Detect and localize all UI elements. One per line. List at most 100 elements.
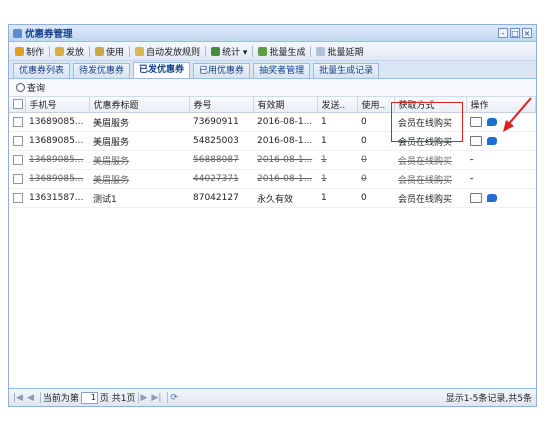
minimize-button[interactable]: - [498,28,508,38]
cell-expiry: 2016-08-1... [253,150,317,170]
col-expiry[interactable]: 有效期 [253,97,318,113]
tab-strip: 优惠券列表 待发优惠券 已发优惠券 已用优惠券 抽奖者管理 批量生成记录 [9,61,536,79]
use-icon [95,46,105,56]
view-icon[interactable] [470,116,482,127]
page-summary: 显示1-5条记录,共5条 [445,394,532,404]
extend-icon [316,46,326,56]
cell-sent: 1 [317,169,357,189]
send-button[interactable]: 发放 [52,45,87,58]
search-icon [16,83,25,92]
cell-used: 0 [357,131,394,151]
revoke-icon[interactable] [487,136,497,145]
cell-phone: 13689085... [25,112,89,132]
page-number-input[interactable]: 1 [80,391,98,404]
send-icon [55,46,65,56]
query-button[interactable]: 查询 [13,81,48,94]
row-checkbox[interactable] [13,192,23,203]
last-page-button[interactable]: ▶| [151,393,161,403]
col-title[interactable]: 优惠券标题 [89,97,190,113]
page-total-label: 页 共1页 [99,394,136,404]
cell-title: 美眉服务 [89,169,189,189]
cell-code: 73690911 [189,112,253,132]
use-button[interactable]: 使用 [92,45,127,58]
row-checkbox[interactable] [13,116,23,127]
auto-rule-button[interactable]: 自动发放规则 [132,45,203,58]
toolbar-separator [205,45,207,57]
toolbar-separator [129,45,131,57]
tab-used-coupons[interactable]: 已用优惠券 [193,63,251,78]
cell-phone: 13689085... [25,131,89,151]
cell-phone: 13689085... [25,150,89,170]
window-controls: - □ × [498,28,532,38]
tab-pending-coupons[interactable]: 待发优惠券 [73,63,131,78]
col-phone[interactable]: 手机号 [25,97,90,113]
tab-batch-records[interactable]: 批量生成记录 [313,63,380,78]
cell-sent: 1 [317,131,357,151]
cell-expiry: 2016-08-1... [253,169,317,189]
table-row-revoked[interactable]: 13689085... 美眉服务 56888087 2016-08-1... 1… [9,150,536,170]
refresh-icon[interactable]: ⟳ [170,393,178,403]
cell-code: 54825003 [189,131,253,151]
row-checkbox[interactable] [13,173,23,184]
col-actions: 操作 [466,97,536,113]
cell-used: 0 [357,150,394,170]
col-code[interactable]: 券号 [189,97,254,113]
toolbar-separator [310,45,312,57]
stats-dropdown[interactable]: 统计 ▾ [208,45,250,58]
revoke-icon[interactable] [487,193,497,202]
tab-lottery-users[interactable]: 抽奖者管理 [253,63,311,78]
table-row[interactable]: 13631587... 测试1 87042127 永久有效 1 0 会员在线购买 [9,188,536,208]
cell-used: 0 [357,188,394,208]
revoke-icon[interactable] [487,117,497,126]
cell-actions [466,112,536,132]
query-bar: 查询 [9,79,536,97]
coupon-window: 优惠券管理 - □ × 制作 发放 使用 自动发放规则 统计 ▾ 批量生成 批量… [8,24,537,407]
row-checkbox[interactable] [13,135,23,146]
batch-icon [258,46,268,56]
cell-actions: - [466,150,536,170]
cell-expiry: 永久有效 [253,188,317,208]
first-page-button[interactable]: |◀ [13,393,23,403]
select-all-checkbox[interactable] [9,97,26,113]
cell-code: 44027371 [189,169,253,189]
toolbar: 制作 发放 使用 自动发放规则 统计 ▾ 批量生成 批量延期 [9,42,536,61]
cell-method: 会员在线购买 [394,188,466,208]
cell-actions [466,188,536,208]
cell-title: 测试1 [89,188,189,208]
table-row-revoked[interactable]: 13689085... 美眉服务 44027371 2016-08-1... 1… [9,169,536,189]
cell-actions [466,131,536,151]
cell-phone: 13631587... [25,188,89,208]
maximize-button[interactable]: □ [510,28,520,38]
row-checkbox[interactable] [13,154,23,165]
make-button[interactable]: 制作 [12,45,47,58]
col-sent[interactable]: 发送.. [317,97,358,113]
cell-code: 56888087 [189,150,253,170]
batch-extend-button[interactable]: 批量延期 [313,45,366,58]
page-current-label: 当前为第 [42,394,79,404]
toolbar-separator [89,45,91,57]
cell-code: 87042127 [189,188,253,208]
cell-title: 美眉服务 [89,112,189,132]
edit-icon [15,46,24,56]
pagination-bar: |◀ ◀ 当前为第 1 页 共1页 ▶ ▶| ⟳ 显示1-5条记录,共5条 [9,388,536,406]
view-icon[interactable] [470,135,482,146]
cell-expiry: 2016-08-1... [253,131,317,151]
tab-coupon-list[interactable]: 优惠券列表 [13,63,71,78]
rule-icon [135,46,145,56]
view-icon[interactable] [470,192,482,203]
window-titlebar: 优惠券管理 - □ × [9,25,536,42]
close-button[interactable]: × [522,28,532,38]
pager-separator [137,392,139,403]
highlight-box [391,102,463,142]
tab-issued-coupons[interactable]: 已发优惠券 [133,62,191,78]
cell-method: 会员在线购买 [394,150,466,170]
toolbar-separator [49,45,51,57]
next-page-button[interactable]: ▶ [141,393,148,403]
cell-actions: - [466,169,536,189]
prev-page-button[interactable]: ◀ [27,393,34,403]
pager-separator [39,392,41,403]
window-icon [13,28,22,38]
col-used[interactable]: 使用.. [357,97,395,113]
window-title: 优惠券管理 [25,29,73,40]
batch-generate-button[interactable]: 批量生成 [255,45,308,58]
